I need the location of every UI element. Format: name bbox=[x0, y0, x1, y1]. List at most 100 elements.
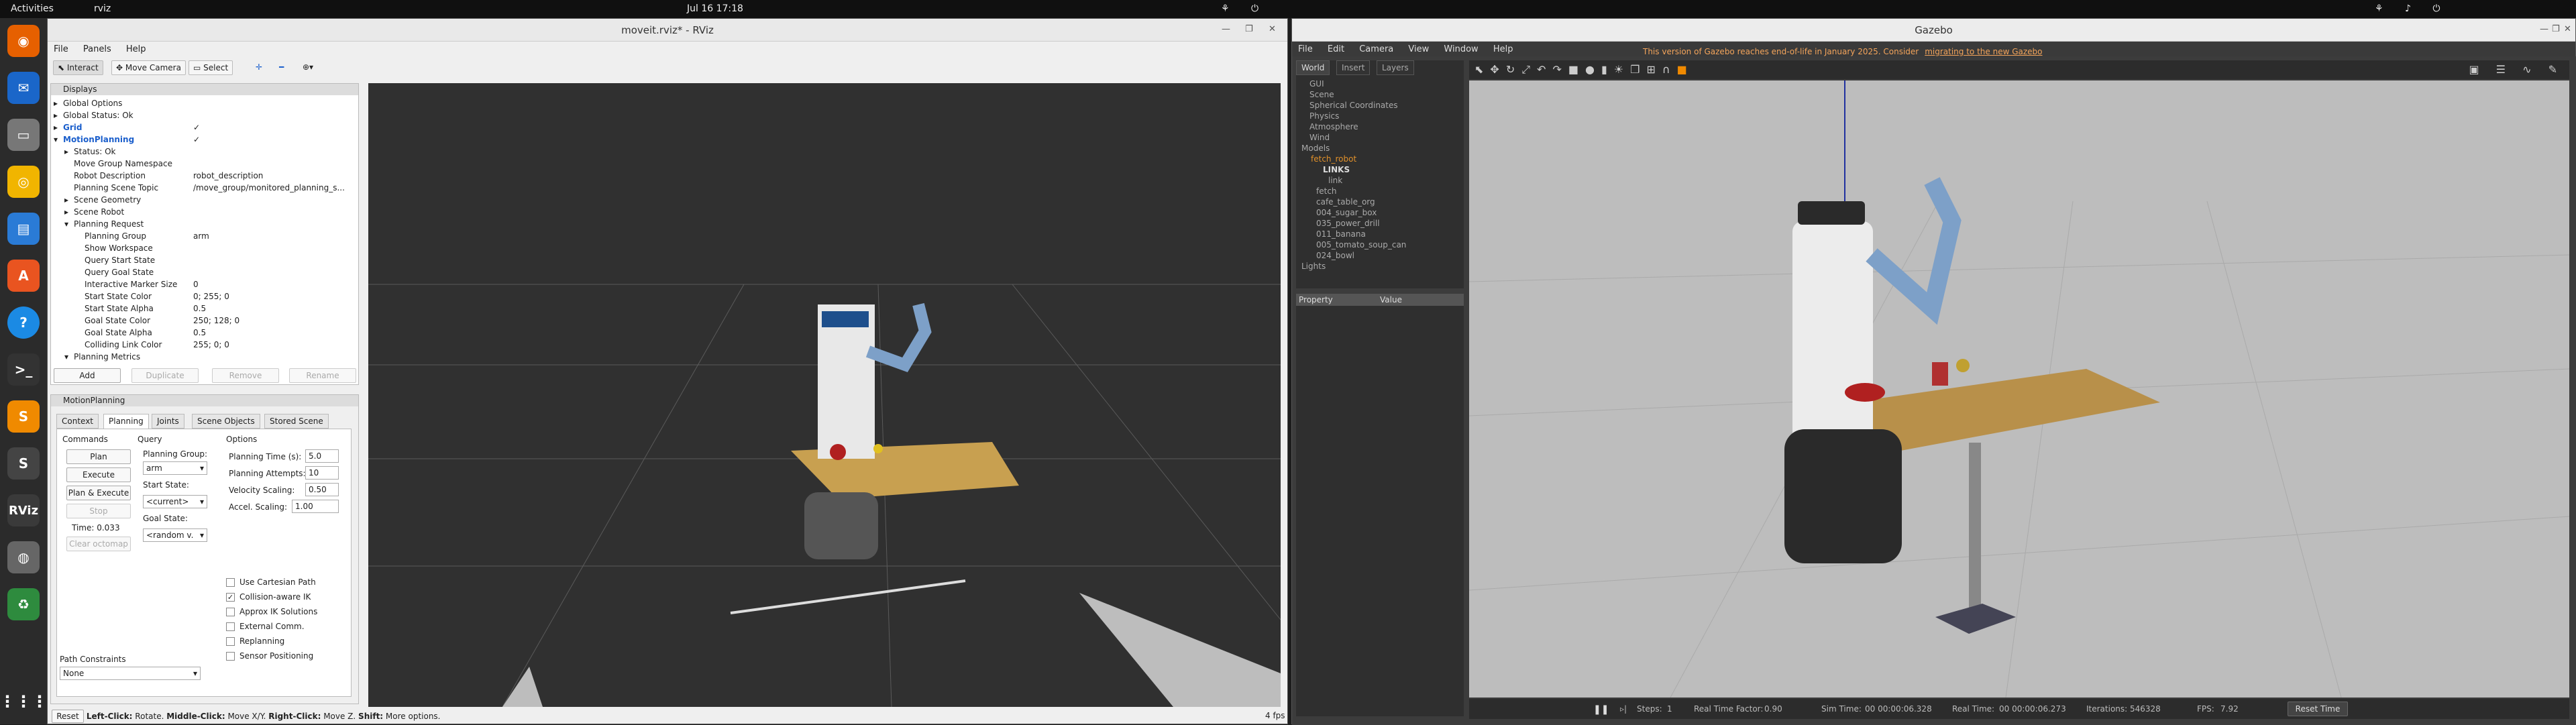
box-icon[interactable]: ■ bbox=[1568, 63, 1585, 76]
display-row[interactable]: Interactive Marker Size 0 bbox=[51, 278, 356, 290]
help-icon[interactable]: ? bbox=[7, 306, 40, 339]
display-row[interactable]: ▸ Scene Robot bbox=[51, 206, 356, 218]
plan-execute-button[interactable]: Plan & Execute bbox=[66, 486, 131, 500]
writer-icon[interactable]: ▤ bbox=[7, 213, 40, 245]
gz-menu-window[interactable]: Window bbox=[1438, 42, 1484, 57]
display-row-value[interactable]: ✓ bbox=[193, 121, 200, 133]
path-constraints-select[interactable]: None ▾ bbox=[60, 667, 201, 680]
expand-arrow-icon[interactable]: ▸ bbox=[64, 146, 68, 158]
goal-state-select[interactable]: <random v. ▾ bbox=[143, 528, 207, 542]
gz-menu-edit[interactable]: Edit bbox=[1322, 42, 1350, 57]
reset-view-button[interactable]: Reset bbox=[52, 710, 84, 723]
close-icon[interactable]: ✕ bbox=[1269, 24, 1276, 34]
display-row-value[interactable]: 0 bbox=[193, 278, 199, 290]
expand-arrow-icon[interactable]: ▸ bbox=[54, 109, 58, 121]
maximize-icon[interactable]: ❐ bbox=[2552, 24, 2560, 34]
close-icon[interactable]: ✕ bbox=[2564, 24, 2571, 34]
software-icon[interactable]: A bbox=[7, 260, 40, 292]
rviz-icon[interactable]: RViz bbox=[7, 494, 40, 526]
duplicate-display-button[interactable]: Duplicate bbox=[131, 368, 199, 383]
gz-toolbar[interactable]: ⬉✥↻⤢↶↷■●▮☀❐⊞∩■ ▣ ☰ ∿ ✎ bbox=[1469, 60, 2569, 79]
focus-camera-icon[interactable]: ✛ bbox=[256, 62, 262, 72]
display-row-value[interactable]: 255; 0; 0 bbox=[193, 339, 229, 351]
minimize-icon[interactable]: — bbox=[1222, 24, 1230, 34]
add-display-button[interactable]: Add bbox=[54, 368, 121, 383]
option-checkbox[interactable] bbox=[226, 608, 235, 616]
sphere-icon[interactable]: ● bbox=[1585, 63, 1601, 76]
record-icon[interactable]: ■ bbox=[1677, 63, 1694, 76]
expand-arrow-icon[interactable]: ▸ bbox=[54, 97, 58, 109]
maximize-icon[interactable]: ❐ bbox=[1245, 24, 1253, 34]
screenshot-icon[interactable]: ▣ ☰ ∿ ✎ bbox=[2469, 63, 2564, 76]
active-app-menu[interactable]: rviz bbox=[94, 3, 111, 14]
more-tools-icon[interactable]: ⊕▾ bbox=[303, 62, 313, 72]
display-row[interactable]: ▸ Global Options bbox=[51, 97, 356, 109]
tab-stored-scene[interactable]: Stored Scene bbox=[264, 414, 329, 429]
velocity-scaling-spinbox[interactable]: 0.50 bbox=[305, 483, 339, 496]
gz-menu-file[interactable]: File bbox=[1292, 42, 1319, 57]
activities-button[interactable]: Activities bbox=[11, 3, 54, 14]
expand-arrow-icon[interactable]: ▾ bbox=[64, 351, 68, 363]
reset-time-button[interactable]: Reset Time bbox=[2288, 702, 2348, 716]
tab-planning[interactable]: Planning bbox=[103, 414, 149, 429]
step-icon[interactable]: ▹| bbox=[1620, 704, 1627, 714]
rotate-icon[interactable]: ↻ bbox=[1506, 63, 1521, 76]
accel-scaling-spinbox[interactable]: 1.00 bbox=[292, 500, 339, 513]
redo-icon[interactable]: ↷ bbox=[1552, 63, 1568, 76]
expand-arrow-icon[interactable]: ▸ bbox=[64, 206, 68, 218]
select-mode-icon[interactable]: ⬉ bbox=[1474, 63, 1490, 76]
option-checkbox[interactable]: ✓ bbox=[226, 593, 235, 602]
trash-icon[interactable]: ♻ bbox=[7, 588, 40, 620]
interact-tool[interactable]: ⬉ Interact bbox=[53, 60, 103, 75]
display-row[interactable]: ▸ Scene Geometry bbox=[51, 194, 356, 206]
gz-menu-view[interactable]: View bbox=[1402, 42, 1435, 57]
display-row-value[interactable]: ✓ bbox=[193, 133, 200, 146]
menu-help[interactable]: Help bbox=[120, 42, 152, 57]
display-row[interactable]: Robot Description robot_description bbox=[51, 170, 356, 182]
menu-file[interactable]: File bbox=[48, 42, 74, 57]
copy-icon[interactable]: ❐ bbox=[1630, 63, 1646, 76]
display-row[interactable]: ▸ Global Status: Ok bbox=[51, 109, 356, 121]
display-row-value[interactable]: 0.5 bbox=[193, 327, 206, 339]
migrate-link[interactable]: migrating to the new Gazebo bbox=[1925, 47, 2042, 56]
display-row[interactable]: Goal State Alpha 0.5 bbox=[51, 327, 356, 339]
expand-arrow-icon[interactable]: ▸ bbox=[54, 121, 58, 133]
snap-icon[interactable]: ∩ bbox=[1662, 63, 1677, 76]
terminal-icon[interactable]: >_ bbox=[7, 353, 40, 386]
scale-icon[interactable]: ⤢ bbox=[1521, 63, 1537, 76]
system-tray-left[interactable]: ⚘ ⏻ bbox=[1221, 3, 1268, 14]
disks-icon[interactable]: ◍ bbox=[7, 541, 40, 573]
expand-arrow-icon[interactable]: ▾ bbox=[54, 133, 58, 146]
gz-tab-world[interactable]: World bbox=[1296, 60, 1330, 75]
sublime-icon[interactable]: S bbox=[7, 400, 40, 433]
cylinder-icon[interactable]: ▮ bbox=[1601, 63, 1614, 76]
display-row[interactable]: Colliding Link Color 255; 0; 0 bbox=[51, 339, 356, 351]
display-row[interactable]: Planning Group arm bbox=[51, 230, 356, 242]
display-row[interactable]: Query Goal State bbox=[51, 266, 356, 278]
steps-value[interactable]: 1 bbox=[1667, 704, 1672, 714]
rename-display-button[interactable]: Rename bbox=[289, 368, 356, 383]
gz-tree-item[interactable]: Lights bbox=[1301, 260, 1326, 272]
planning-group-select[interactable]: arm ▾ bbox=[143, 461, 207, 475]
apps-grid-icon[interactable]: ⋮⋮⋮ bbox=[0, 685, 48, 718]
execute-button[interactable]: Execute bbox=[66, 467, 131, 482]
display-row[interactable]: ▾ Planning Request bbox=[51, 218, 356, 230]
menu-panels[interactable]: Panels bbox=[77, 42, 117, 57]
option-checkbox[interactable] bbox=[226, 652, 235, 661]
display-row[interactable]: ▾ Planning Metrics bbox=[51, 351, 356, 363]
tab-joints[interactable]: Joints bbox=[152, 414, 184, 429]
display-row[interactable]: ▾ MotionPlanning ✓ bbox=[51, 133, 356, 146]
remove-display-button[interactable]: Remove bbox=[212, 368, 279, 383]
display-row[interactable]: Query Start State bbox=[51, 254, 356, 266]
display-row[interactable]: Move Group Namespace bbox=[51, 158, 356, 170]
gz-tab-layers[interactable]: Layers bbox=[1377, 60, 1414, 75]
display-row[interactable]: ▸ Grid ✓ bbox=[51, 121, 356, 133]
rhythmbox-icon[interactable]: ◎ bbox=[7, 166, 40, 198]
plan-button[interactable]: Plan bbox=[66, 449, 131, 464]
display-row[interactable]: Show Workspace bbox=[51, 242, 356, 254]
planning-time-spinbox[interactable]: 5.0 bbox=[305, 449, 339, 463]
gz-menu-camera[interactable]: Camera bbox=[1353, 42, 1399, 57]
display-row[interactable]: Start State Color 0; 255; 0 bbox=[51, 290, 356, 302]
translate-icon[interactable]: ✥ bbox=[1490, 63, 1505, 76]
option-checkbox[interactable] bbox=[226, 637, 235, 646]
